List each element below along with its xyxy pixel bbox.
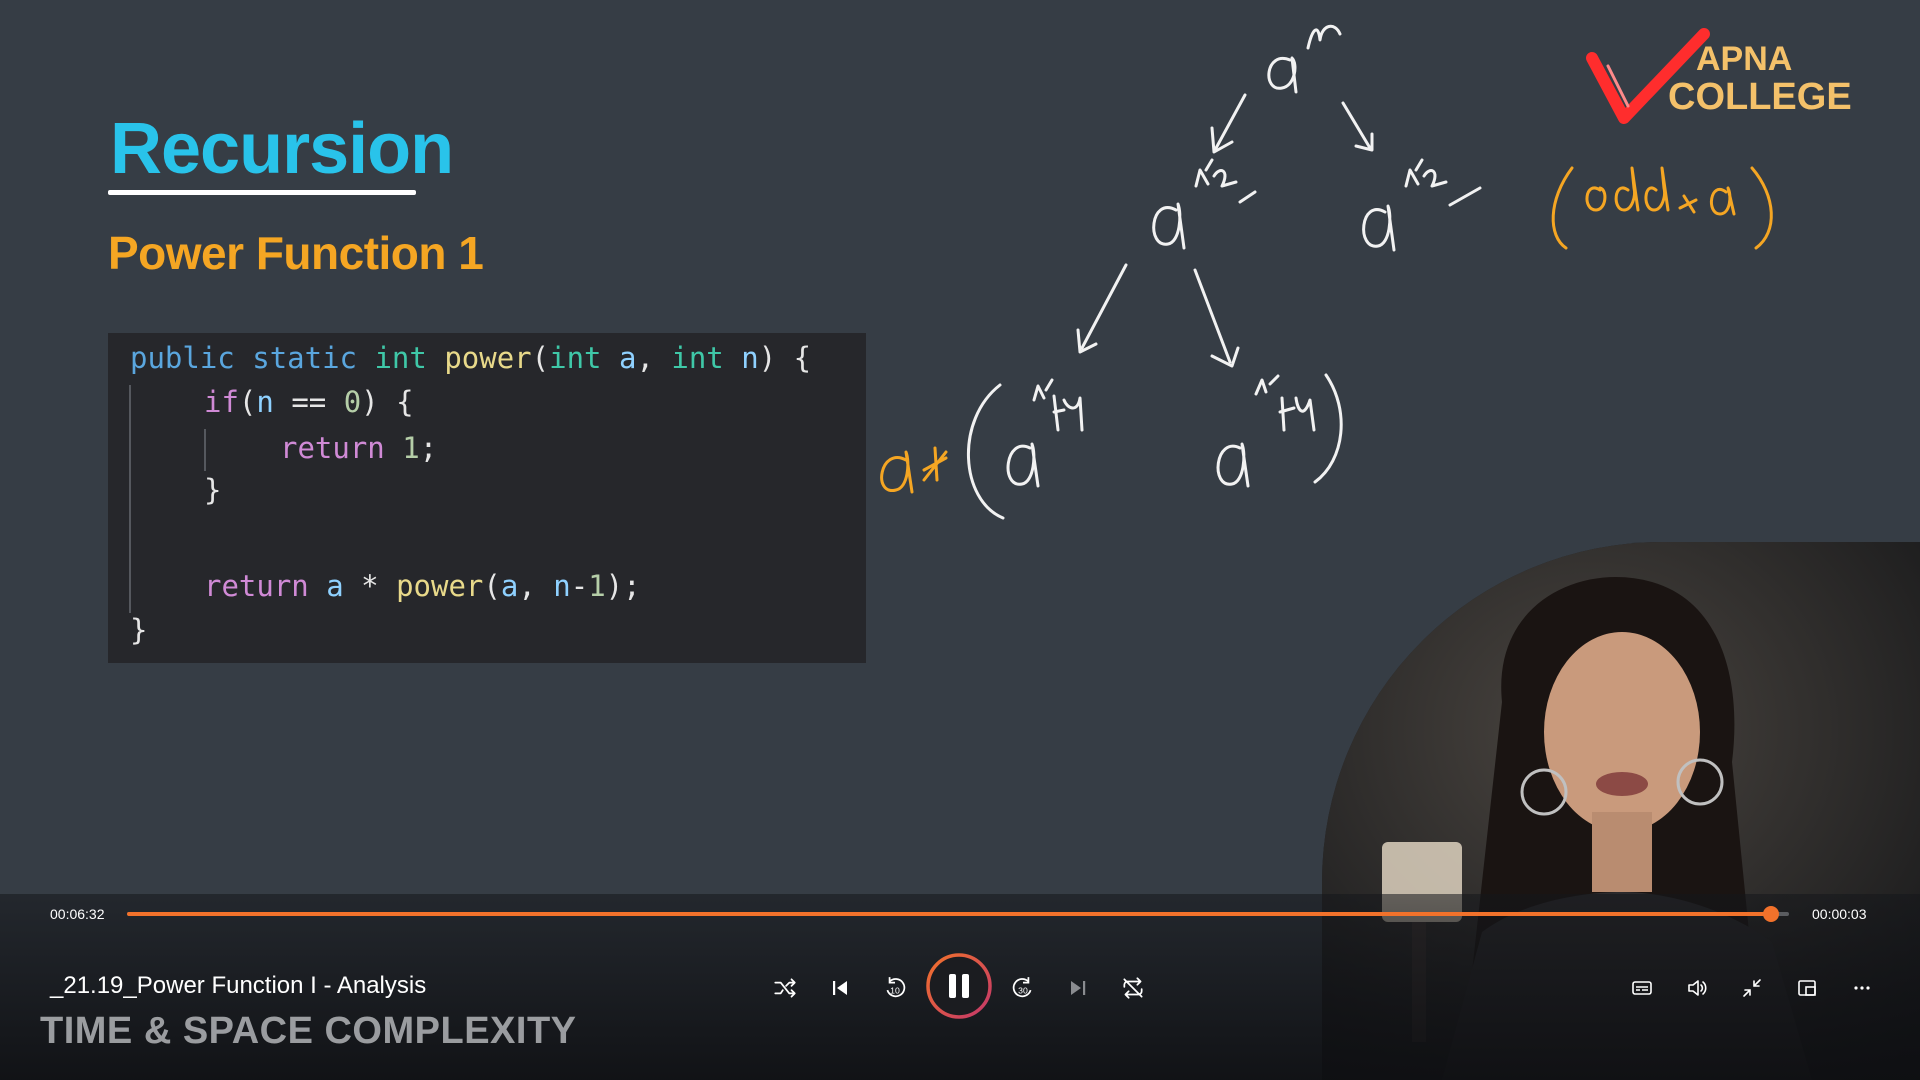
- rewind-10-button[interactable]: 10: [875, 968, 915, 1008]
- seek-thumb[interactable]: [1762, 906, 1779, 922]
- logo-text-line2: COLLEGE: [1668, 76, 1852, 118]
- repeat-icon: [1123, 977, 1143, 999]
- shuffle-icon: [774, 978, 796, 998]
- exit-fullscreen-button[interactable]: [1732, 968, 1772, 1008]
- previous-icon: [833, 981, 847, 995]
- apna-college-logo: APNA COLLEGE: [1584, 26, 1852, 136]
- repeat-button[interactable]: [1113, 968, 1153, 1008]
- seek-bar-progress: [127, 912, 1771, 916]
- remaining-time: 00:00:03: [1812, 906, 1867, 922]
- svg-text:30: 30: [1018, 985, 1028, 995]
- volume-icon: [1688, 980, 1707, 996]
- next-icon: [1071, 981, 1086, 995]
- rewind-10-icon: 10: [886, 977, 906, 998]
- media-title: _21.19_Power Function I - Analysis: [50, 972, 427, 999]
- shuffle-button[interactable]: [765, 968, 805, 1008]
- pause-icon: [926, 953, 992, 1019]
- forward-30-button[interactable]: 30: [1003, 968, 1043, 1008]
- captions-icon: [1632, 981, 1652, 995]
- forward-30-icon: 30: [1012, 977, 1032, 998]
- next-button[interactable]: [1058, 968, 1098, 1008]
- elapsed-time: 00:06:32: [50, 906, 105, 922]
- mini-player-icon: [1798, 980, 1816, 996]
- more-button[interactable]: [1842, 968, 1882, 1008]
- mini-player-button[interactable]: [1787, 968, 1827, 1008]
- captions-button[interactable]: [1622, 968, 1662, 1008]
- svg-text:10: 10: [890, 985, 900, 995]
- pause-button[interactable]: [925, 952, 993, 1020]
- seek-bar[interactable]: [127, 912, 1789, 916]
- previous-button[interactable]: [820, 968, 860, 1008]
- logo-text-line1: APNA: [1696, 40, 1793, 78]
- volume-button[interactable]: [1677, 968, 1717, 1008]
- more-icon: [1854, 986, 1870, 990]
- exit-fullscreen-icon: [1743, 979, 1761, 997]
- video-overlay-title: TIME & SPACE COMPLEXITY: [40, 1010, 577, 1052]
